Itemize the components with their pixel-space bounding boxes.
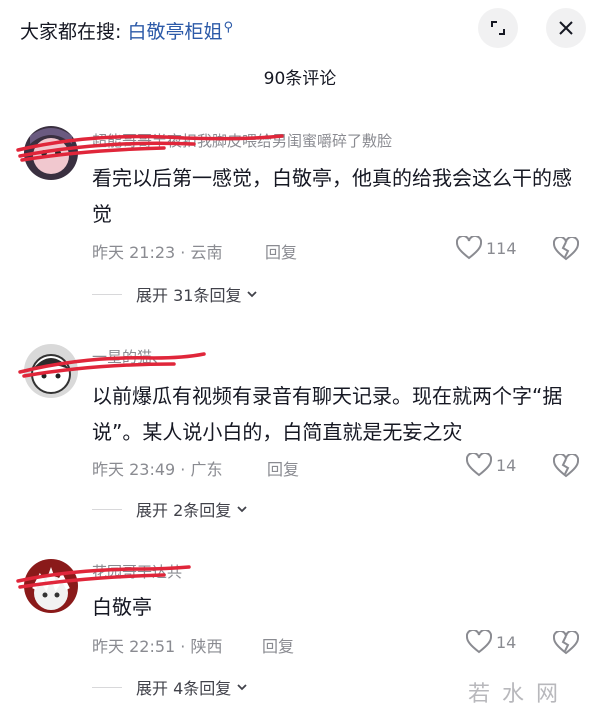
dislike-button[interactable] (552, 629, 580, 659)
close-icon (559, 21, 573, 35)
like-count: 14 (496, 455, 517, 475)
expand-replies[interactable]: 展开 2条回复 (92, 497, 249, 521)
comment-text: 以前爆瓜有视频有录音有聊天记录。现在就两个字“据说”。某人说小白的，白简直就是无… (92, 384, 563, 444)
like-count: 114 (486, 238, 517, 258)
like-button[interactable]: 14 (466, 453, 516, 477)
comment-time-location: 昨天 21:23 · 云南 (92, 243, 223, 262)
trending-search-hint[interactable]: 大家都在搜: 白敬亭柜姐⚲ (20, 17, 233, 44)
collapse-button[interactable] (478, 8, 518, 48)
search-icon[interactable]: ⚲ (223, 20, 233, 35)
reply-button[interactable]: 回复 (267, 456, 299, 480)
collapse-icon (491, 21, 505, 35)
heart-icon (456, 236, 482, 260)
like-button[interactable]: 114 (456, 236, 517, 260)
redaction-scribble (18, 352, 206, 378)
comment-text: 白敬亭 (92, 595, 152, 619)
dislike-button[interactable] (552, 235, 580, 265)
search-prefix: 大家都在搜: (20, 21, 122, 43)
expand-replies-label: 展开 2条回复 (136, 501, 232, 520)
comment-count: 90条评论 (263, 69, 337, 89)
chevron-down-icon (247, 291, 258, 298)
broken-heart-icon (552, 235, 580, 261)
dislike-button[interactable] (552, 452, 580, 482)
reply-button[interactable]: 回复 (265, 239, 297, 263)
broken-heart-icon (552, 629, 580, 655)
search-keyword[interactable]: 白敬亭柜姐 (127, 21, 222, 43)
broken-heart-icon (552, 452, 580, 478)
comment-time-location: 昨天 23:49 · 广东 (92, 460, 223, 479)
comment-text: 看完以后第一感觉，白敬亭，他真的给我会这么干的感觉 (92, 166, 572, 226)
like-button[interactable]: 14 (466, 630, 516, 654)
expand-replies-label: 展开 4条回复 (136, 679, 232, 698)
chevron-down-icon (237, 506, 247, 513)
heart-icon (466, 630, 492, 654)
comment-time-location: 昨天 22:51 · 陕西 (92, 637, 223, 656)
watermark: 若水网 (468, 682, 571, 707)
expand-replies[interactable]: 展开 31条回复 (92, 282, 259, 306)
close-button[interactable] (546, 8, 586, 48)
chevron-down-icon (237, 684, 247, 691)
reply-button[interactable]: 回复 (262, 633, 294, 657)
like-count: 14 (496, 632, 517, 652)
heart-icon (466, 453, 492, 477)
expand-replies-label: 展开 31条回复 (136, 286, 242, 305)
expand-replies[interactable]: 展开 4条回复 (92, 675, 249, 699)
search-header: 大家都在搜: 白敬亭柜姐⚲ (0, 0, 600, 60)
